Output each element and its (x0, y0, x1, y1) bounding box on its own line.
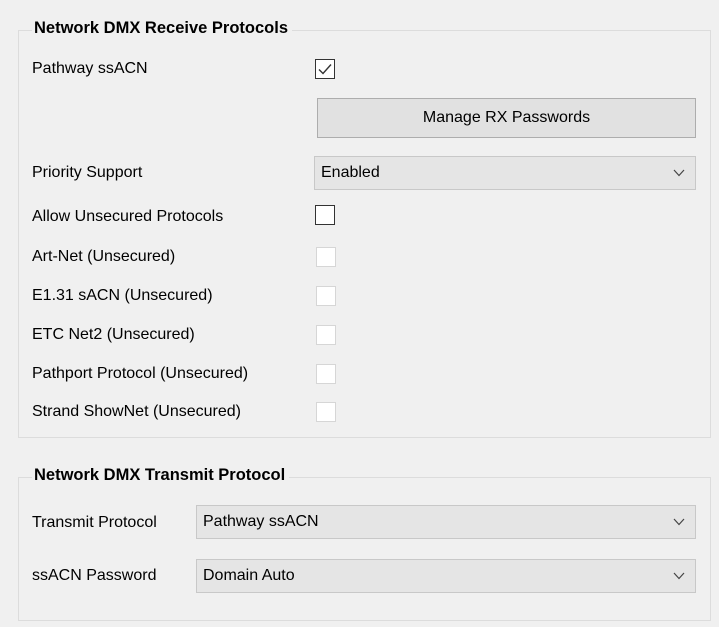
protocol-artnet-checkbox[interactable] (316, 247, 336, 267)
priority-support-value: Enabled (321, 164, 380, 181)
ssacn-password-value: Domain Auto (203, 567, 295, 584)
chevron-down-icon (673, 518, 685, 526)
protocol-etcnet2-checkbox[interactable] (316, 325, 336, 345)
chevron-down-icon (673, 572, 685, 580)
protocol-etcnet2-label: ETC Net2 (Unsecured) (32, 326, 195, 343)
pathway-ssacn-label: Pathway ssACN (32, 60, 148, 77)
ssacn-password-select[interactable]: Domain Auto (196, 559, 696, 593)
chevron-down-icon (673, 169, 685, 177)
protocol-shownet-label: Strand ShowNet (Unsecured) (32, 403, 241, 420)
manage-rx-passwords-button[interactable]: Manage RX Passwords (317, 98, 696, 138)
allow-unsecured-checkbox[interactable] (315, 205, 335, 225)
protocol-e131-checkbox[interactable] (316, 286, 336, 306)
receive-protocols-title: Network DMX Receive Protocols (32, 19, 292, 38)
priority-support-select[interactable]: Enabled (314, 156, 696, 190)
protocol-artnet-label: Art-Net (Unsecured) (32, 248, 176, 265)
pathway-ssacn-checkbox[interactable] (315, 59, 335, 79)
protocol-pathport-label: Pathport Protocol (Unsecured) (32, 365, 249, 382)
transmit-protocol-title: Network DMX Transmit Protocol (32, 466, 290, 485)
protocol-pathport-checkbox[interactable] (316, 364, 336, 384)
transmit-protocol-group (18, 477, 711, 621)
transmit-protocol-select[interactable]: Pathway ssACN (196, 505, 696, 539)
ssacn-password-label: ssACN Password (32, 567, 157, 584)
priority-support-label: Priority Support (32, 164, 143, 181)
transmit-protocol-label: Transmit Protocol (32, 514, 157, 531)
protocol-e131-label: E1.31 sACN (Unsecured) (32, 287, 213, 304)
protocol-shownet-checkbox[interactable] (316, 402, 336, 422)
transmit-protocol-value: Pathway ssACN (203, 513, 319, 530)
allow-unsecured-label: Allow Unsecured Protocols (32, 208, 224, 225)
checkmark-icon (318, 64, 332, 75)
